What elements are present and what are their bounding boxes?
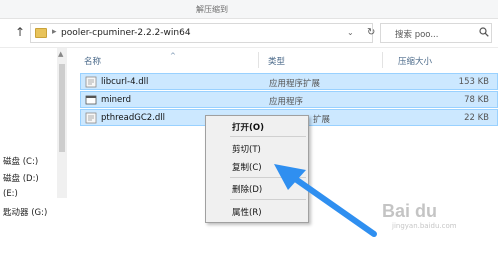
dll-file-icon (85, 76, 97, 88)
file-size: 78 KB (464, 95, 489, 105)
menu-item-cut[interactable]: 剪切(T) (232, 143, 261, 155)
watermark-logo: Bai du (382, 201, 438, 221)
nav-item-drive-e[interactable]: (E:) (3, 189, 18, 199)
column-header-type[interactable]: 类型 (268, 55, 285, 67)
file-type: 应用程序 (269, 97, 304, 107)
address-row: ↑ ▸ pooler-cpuminer-2.2.2-win64 ⌄ ↻ 搜索 p… (0, 19, 498, 48)
file-row[interactable]: minerd 应用程序 78 KB (80, 91, 498, 108)
exe-file-icon (85, 95, 97, 105)
column-header-name[interactable]: 名称 (84, 55, 101, 67)
column-divider[interactable] (382, 52, 383, 68)
breadcrumb-separator: ▸ (52, 27, 57, 37)
column-header-row: ^ 名称 类型 压缩大小 (72, 52, 498, 68)
folder-icon (35, 28, 47, 38)
column-divider[interactable] (258, 52, 259, 68)
file-size: 22 KB (464, 113, 489, 123)
file-name: pthreadGC2.dll (101, 113, 166, 123)
chevron-down-icon[interactable]: ⌄ (347, 28, 354, 37)
nav-scroll-thumb[interactable] (59, 64, 65, 152)
watermark-url: jingyan.baidu.com (392, 222, 457, 230)
nav-item-drive-d[interactable]: 磁盘 (D:) (3, 172, 39, 184)
file-row[interactable]: libcurl-4.dll 应用程序扩展 153 KB (80, 73, 498, 90)
sort-ascending-icon: ^ (170, 52, 176, 60)
nav-item-drive-c[interactable]: 磁盘 (C:) (3, 155, 38, 167)
menu-item-copy[interactable]: 复制(C) (232, 161, 262, 173)
nav-item-drive-g[interactable]: 匙动器 (G:) (3, 206, 47, 218)
menu-item-open[interactable]: 打开(O) (232, 121, 264, 133)
refresh-icon[interactable]: ↻ (367, 27, 375, 38)
ribbon-bar: 解压缩到 (0, 0, 498, 19)
menu-separator (230, 136, 306, 137)
file-name: libcurl-4.dll (101, 77, 149, 87)
up-arrow-icon[interactable]: ↑ (15, 25, 25, 39)
ribbon-tab-extract[interactable]: 解压缩到 (196, 4, 228, 15)
breadcrumb-path[interactable]: pooler-cpuminer-2.2.2-win64 (61, 28, 191, 38)
search-input[interactable]: 搜索 poo... (380, 23, 492, 43)
search-placeholder: 搜索 poo... (395, 30, 439, 40)
search-icon[interactable] (479, 27, 489, 37)
menu-item-properties[interactable]: 属性(R) (232, 206, 262, 218)
file-size: 153 KB (458, 77, 489, 87)
file-type: 应用程序扩展 (269, 79, 321, 89)
column-header-size[interactable]: 压缩大小 (398, 55, 432, 67)
menu-item-delete[interactable]: 删除(D) (232, 183, 262, 195)
file-type: 扩展 (313, 115, 331, 125)
file-name: minerd (101, 95, 131, 105)
annotation-arrow-icon (274, 164, 377, 237)
address-bar[interactable]: ▸ pooler-cpuminer-2.2.2-win64 ⌄ ↻ (30, 23, 375, 43)
scroll-up-icon[interactable]: ▲ (58, 50, 63, 58)
dll-file-icon (85, 112, 97, 124)
